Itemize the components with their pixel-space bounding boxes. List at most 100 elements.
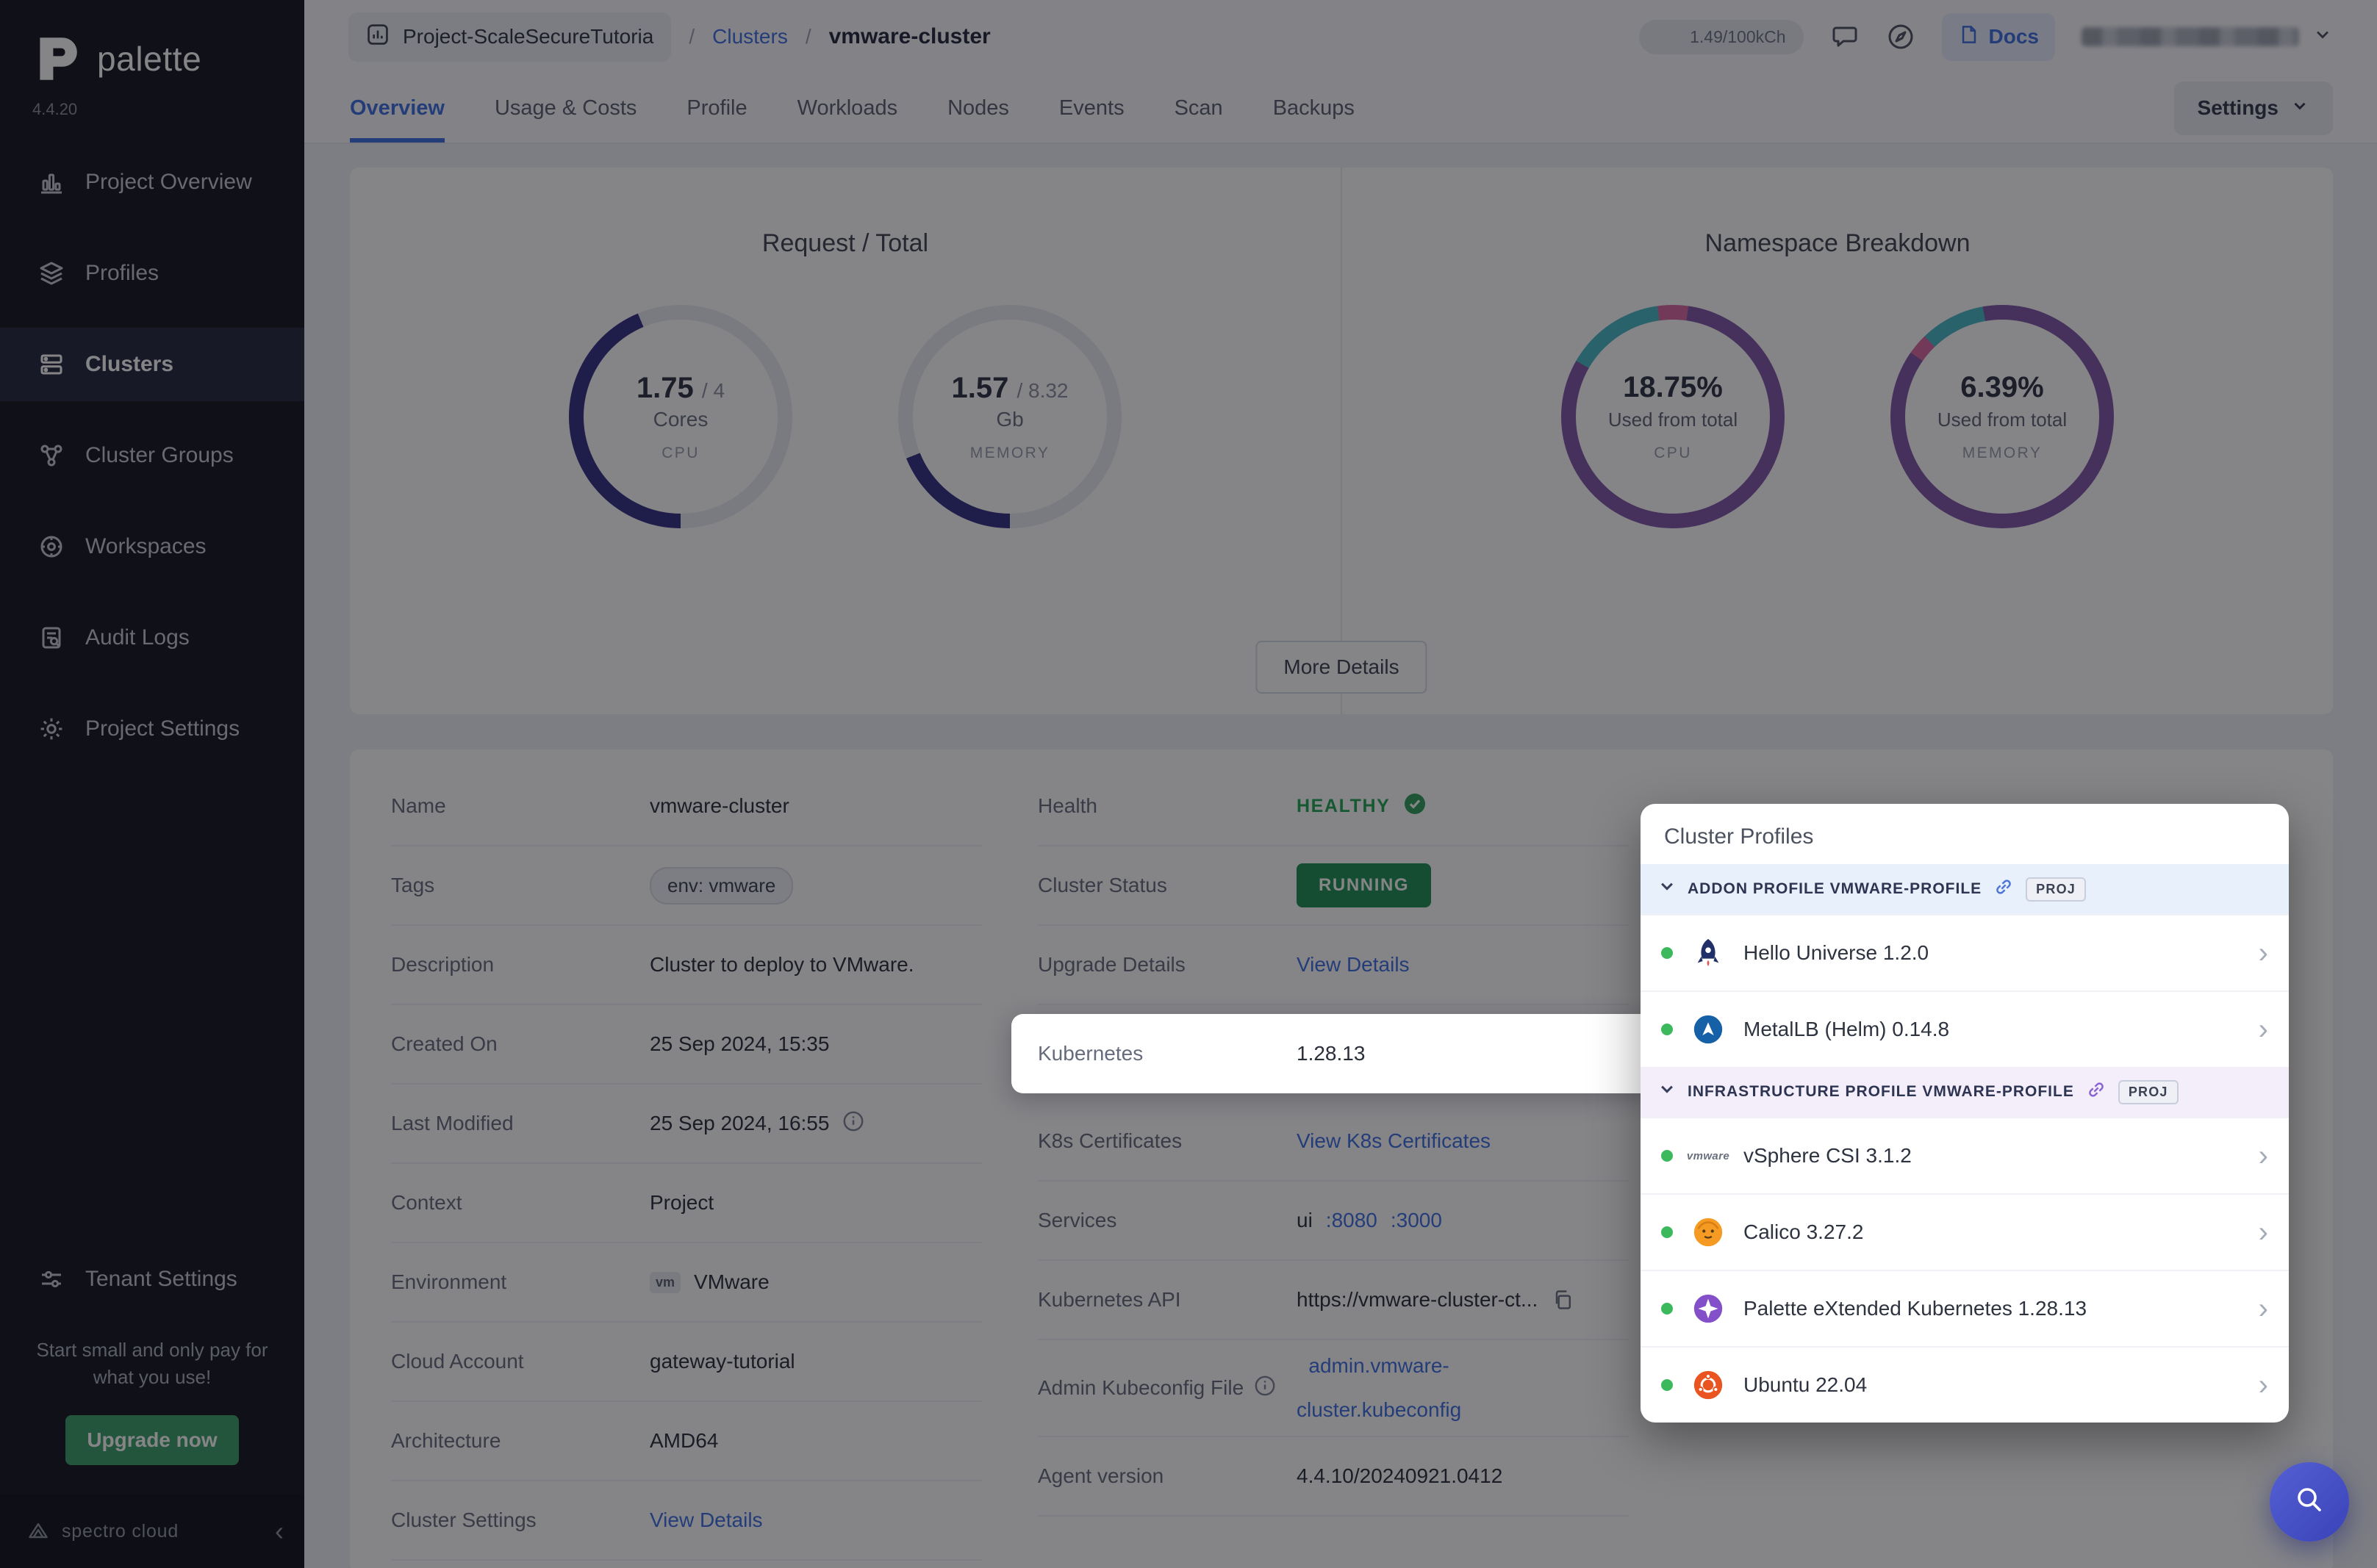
cpu-request-gauge: 1.75 / 4 Cores CPU [569, 305, 792, 528]
request-total-title: Request / Total [761, 229, 929, 257]
status-dot [1661, 947, 1673, 959]
chevron-right-icon: › [2258, 1216, 2268, 1248]
sidebar-item-workspaces[interactable]: Workspaces [0, 510, 304, 583]
tab-overview[interactable]: Overview [350, 73, 445, 143]
detail-value: 25 Sep 2024, 16:55 [650, 1112, 830, 1134]
tab-events[interactable]: Events [1059, 73, 1125, 143]
detail-row-cluster-status: Cluster Status RUNNING [1038, 846, 1629, 926]
account-menu[interactable] [2082, 24, 2333, 51]
scope-badge: PROJ [2026, 877, 2086, 902]
detail-label: Architecture [391, 1429, 501, 1452]
tab-nodes[interactable]: Nodes [947, 73, 1009, 143]
sidebar-item-project-settings[interactable]: Project Settings [0, 692, 304, 766]
project-settings-icon [38, 716, 65, 742]
detail-row-agent-version: Agent version 4.4.10/20240921.0412 [1038, 1437, 1629, 1517]
tab-backups[interactable]: Backups [1273, 73, 1355, 143]
detail-label: Cluster Settings [391, 1508, 537, 1531]
status-dot [1661, 1226, 1673, 1238]
project-name: Project-ScaleSecureTutoria [403, 25, 654, 48]
detail-label: Health [1038, 794, 1097, 817]
detail-row-kubernetes-api: Kubernetes API https://vmware-cluster-ct… [1038, 1261, 1629, 1340]
chevron-down-icon [2290, 96, 2309, 121]
tab-workloads[interactable]: Workloads [797, 73, 897, 143]
profile-layer-name: Palette eXtended Kubernetes 1.28.13 [1743, 1297, 2087, 1320]
sidebar-collapse-icon[interactable]: ‹ [275, 1518, 284, 1544]
kubeconfig-file-link[interactable]: admin.vmware- [1308, 1351, 1449, 1381]
chat-icon[interactable] [1830, 22, 1860, 51]
sidebar-item-label: Profiles [85, 261, 159, 285]
profile-item-calico[interactable]: Calico 3.27.2 › [1641, 1193, 2289, 1270]
sidebar-item-cluster-groups[interactable]: Cluster Groups [0, 419, 304, 492]
project-selector[interactable]: Project-ScaleSecureTutoria [348, 12, 672, 62]
detail-row-cluster-settings: Cluster Settings View Details [391, 1481, 982, 1561]
memory-request-gauge: 1.57 / 8.32 Gb MEMORY [898, 305, 1122, 528]
memory-unit: Gb [996, 407, 1024, 431]
breadcrumb-separator: / [689, 25, 695, 48]
detail-label: Cluster Status [1038, 874, 1167, 896]
info-icon[interactable] [1254, 1375, 1276, 1402]
search-fab[interactable] [2270, 1462, 2349, 1542]
detail-row-k8s-certificates: K8s Certificates View K8s Certificates [1038, 1102, 1629, 1182]
sidebar-item-tenant-settings[interactable]: Tenant Settings [0, 1242, 304, 1316]
breadcrumb-clusters-link[interactable]: Clusters [712, 25, 788, 48]
info-icon[interactable] [842, 1110, 864, 1137]
profile-item-ubuntu[interactable]: Ubuntu 22.04 › [1641, 1346, 2289, 1423]
cluster-profiles-panel: Cluster Profiles ADDON PROFILE VMWARE-PR… [1641, 804, 2289, 1423]
upgrade-view-details-link[interactable]: View Details [1297, 953, 1410, 977]
chevron-right-icon: › [2258, 1292, 2268, 1325]
namespace-cpu-percent: 18.75% [1623, 371, 1723, 403]
tab-scan[interactable]: Scan [1175, 73, 1223, 143]
detail-row-description: Description Cluster to deploy to VMware. [391, 926, 982, 1005]
detail-row-services: Services ui :8080 :3000 [1038, 1182, 1629, 1261]
app-version: 4.4.20 [32, 100, 78, 118]
sidebar-item-clusters[interactable]: Clusters [0, 328, 304, 401]
profile-layer-name: Hello Universe 1.2.0 [1743, 941, 1929, 964]
tab-profile[interactable]: Profile [686, 73, 747, 143]
chevron-right-icon: › [2258, 1369, 2268, 1401]
scope-badge: PROJ [2118, 1079, 2179, 1104]
detail-row-tags: Tags env: vmware [391, 846, 982, 926]
upgrade-now-button[interactable]: Upgrade now [65, 1415, 239, 1465]
tab-usage-costs[interactable]: Usage & Costs [495, 73, 637, 143]
link-icon [2086, 1079, 2107, 1104]
settings-button[interactable]: Settings [2173, 81, 2333, 135]
docs-button[interactable]: Docs [1941, 12, 2055, 61]
sidebar-item-label: Cluster Groups [85, 443, 234, 467]
detail-label: K8s Certificates [1038, 1129, 1183, 1152]
docs-label: Docs [1988, 25, 2039, 48]
calico-icon [1689, 1213, 1727, 1251]
detail-value: 25 Sep 2024, 15:35 [650, 1032, 830, 1055]
view-k8s-certificates-link[interactable]: View K8s Certificates [1297, 1129, 1491, 1153]
copy-icon[interactable] [1551, 1288, 1574, 1312]
detail-row-upgrade-details: Upgrade Details View Details [1038, 926, 1629, 1005]
profile-item-metallb[interactable]: MetalLB (Helm) 0.14.8 › [1641, 990, 2289, 1067]
cluster-settings-view-details-link[interactable]: View Details [650, 1508, 763, 1532]
service-port-8080-link[interactable]: :8080 [1326, 1209, 1377, 1232]
explore-compass-icon[interactable] [1886, 22, 1915, 51]
namespace-cpu-donut: 18.75% Used from total CPU [1561, 305, 1785, 528]
app-root: palette 4.4.20 Project Overview Profiles… [0, 0, 2377, 1568]
profile-item-vsphere-csi[interactable]: vmware vSphere CSI 3.1.2 › [1641, 1117, 2289, 1193]
sidebar-item-project-overview[interactable]: Project Overview [0, 145, 304, 219]
palette-logo-icon [29, 32, 82, 85]
brand-name: palette [97, 40, 202, 78]
addon-profile-section-header[interactable]: ADDON PROFILE VMWARE-PROFILE PROJ [1641, 864, 2289, 914]
kubeconfig-file-link[interactable]: cluster.kubeconfig [1297, 1395, 1461, 1425]
service-port-3000-link[interactable]: :3000 [1391, 1209, 1442, 1232]
profile-item-hello-universe[interactable]: Hello Universe 1.2.0 › [1641, 914, 2289, 990]
more-details-button[interactable]: More Details [1255, 641, 1427, 694]
sidebar-footer: spectro cloud ‹ [0, 1495, 304, 1568]
detail-value: Project [650, 1191, 714, 1214]
topbar-right: 1.49/100kCh Docs [1638, 12, 2333, 61]
profile-item-palette-extended-kubernetes[interactable]: Palette eXtended Kubernetes 1.28.13 › [1641, 1270, 2289, 1346]
project-icon [366, 23, 390, 51]
brand-row: palette [0, 0, 304, 85]
chevron-down-icon [2312, 24, 2333, 51]
sidebar-item-profiles[interactable]: Profiles [0, 237, 304, 310]
sidebar-nav: Project Overview Profiles Clusters Clust… [0, 145, 304, 783]
sidebar-item-audit-logs[interactable]: Audit Logs [0, 601, 304, 675]
detail-label: Description [391, 953, 495, 976]
infrastructure-profile-section-header[interactable]: INFRASTRUCTURE PROFILE VMWARE-PROFILE PR… [1641, 1067, 2289, 1117]
profile-layer-name: MetalLB (Helm) 0.14.8 [1743, 1018, 1950, 1040]
profile-layer-name: Calico 3.27.2 [1743, 1220, 1864, 1243]
